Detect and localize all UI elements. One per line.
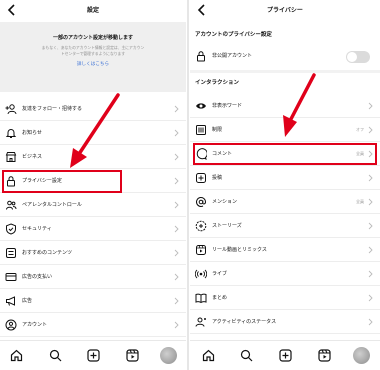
profile-avatar[interactable]	[160, 347, 177, 364]
panel-divider	[187, 0, 189, 370]
privacy-screen: プライバシー アカウントのプライバシー設定 非公開アカウント インタラクション …	[190, 0, 380, 370]
new-post-icon[interactable]	[279, 349, 292, 362]
search-icon[interactable]	[240, 349, 253, 362]
reels-icon[interactable]	[318, 349, 331, 362]
new-post-icon[interactable]	[87, 349, 100, 362]
reels-icon[interactable]	[126, 349, 139, 362]
annotation-arrow	[70, 93, 120, 168]
bottom-tab-bar	[0, 340, 186, 370]
profile-avatar[interactable]	[353, 347, 370, 364]
home-icon[interactable]	[202, 349, 215, 362]
search-icon[interactable]	[49, 349, 62, 362]
bottom-tab-bar	[190, 340, 380, 370]
home-icon[interactable]	[10, 349, 23, 362]
settings-screen: 設定 一部のアカウント設定が移動します まもなく、あなたのアカウント情報と設定は…	[0, 0, 186, 370]
annotation-arrow	[283, 73, 316, 137]
